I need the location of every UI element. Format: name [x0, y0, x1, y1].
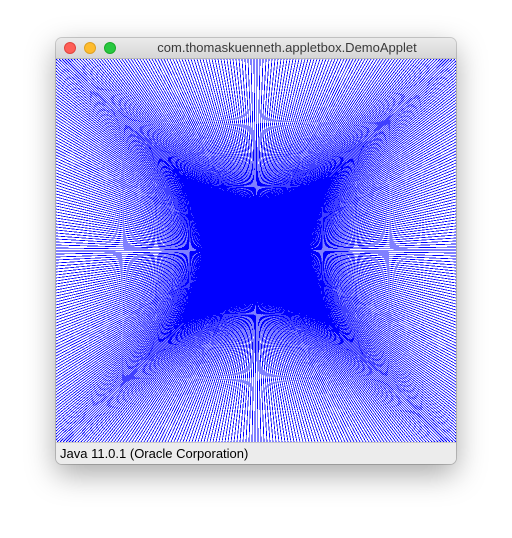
close-icon[interactable] [64, 42, 76, 54]
minimize-icon[interactable] [84, 42, 96, 54]
status-bar: Java 11.0.1 (Oracle Corporation) [56, 442, 456, 464]
applet-window: com.thomaskuenneth.appletbox.DemoApplet … [56, 38, 456, 464]
line-pattern [56, 59, 456, 442]
java-version-label: Java 11.0.1 (Oracle Corporation) [60, 446, 249, 461]
window-title: com.thomaskuenneth.appletbox.DemoApplet [157, 40, 417, 55]
applet-canvas[interactable] [56, 59, 456, 442]
zoom-icon[interactable] [104, 42, 116, 54]
pattern-lines [56, 59, 456, 442]
title-bar[interactable]: com.thomaskuenneth.appletbox.DemoApplet [56, 38, 456, 59]
applet-drawing [56, 59, 456, 442]
